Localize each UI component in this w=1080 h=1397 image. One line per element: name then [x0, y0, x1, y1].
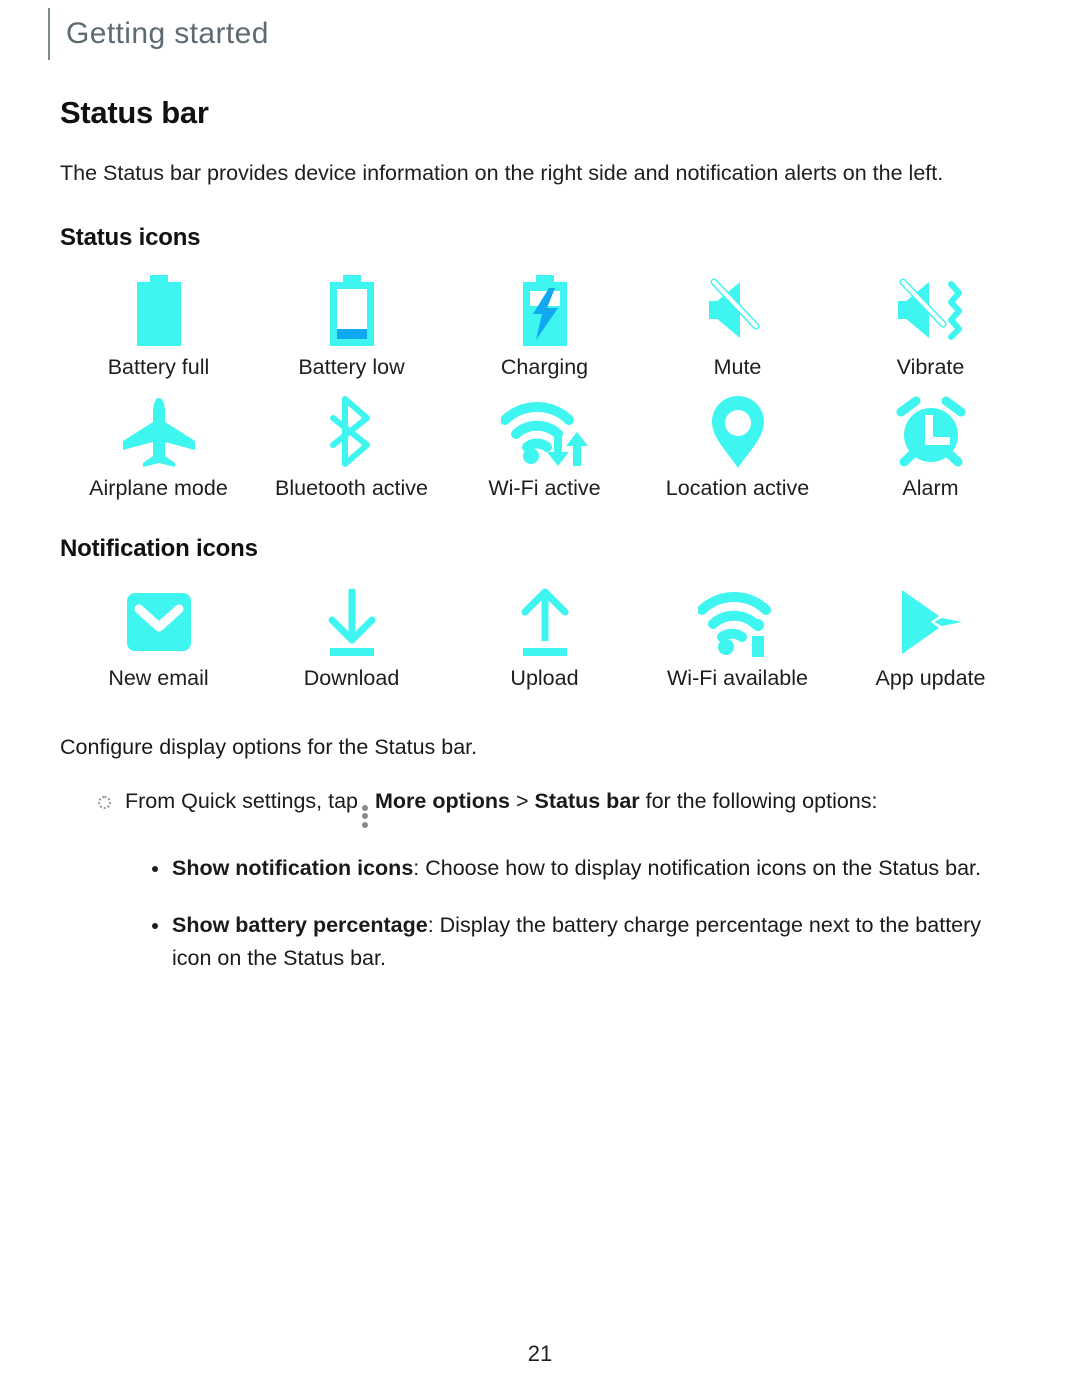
quick-settings-suffix: for the following options: — [645, 788, 878, 813]
vibrate-icon — [893, 272, 969, 350]
notification-icon-label: Wi-Fi available — [667, 665, 808, 690]
intro-paragraph: The Status bar provides device informati… — [60, 161, 944, 185]
notification-icon-label: App update — [875, 665, 986, 690]
location-active-icon — [709, 393, 767, 471]
notification-icons-grid: New email Download Upload Wi-Fi availabl… — [62, 569, 1027, 691]
header-chapter-title: Getting started — [66, 17, 269, 50]
wifi-active-icon — [500, 393, 589, 471]
dot-bullet-icon — [152, 923, 158, 930]
status-icon-cell-location-active: Location active — [641, 379, 834, 501]
notification-icon-cell-app-update: App update — [834, 569, 1027, 691]
app-update-icon — [896, 583, 966, 661]
battery-low-icon — [323, 272, 381, 350]
notification-icon-cell-upload: Upload — [448, 569, 641, 691]
option-name: Show notification icons — [172, 855, 414, 880]
option-text: Show battery percentage: Display the bat… — [172, 909, 1025, 976]
status-icon-cell-wifi-active: Wi-Fi active — [448, 379, 641, 501]
mute-icon — [704, 272, 772, 350]
quick-settings-step: From Quick settings, tap More options > S… — [98, 785, 1025, 828]
status-icon-cell-bluetooth-active: Bluetooth active — [255, 379, 448, 501]
battery-full-icon — [130, 272, 188, 350]
ring-bullet-icon — [98, 795, 111, 809]
status-icon-cell-battery-low: Battery low — [255, 258, 448, 380]
option-show-battery-percentage: Show battery percentage: Display the bat… — [152, 909, 1025, 976]
status-icon-label: Battery low — [298, 354, 405, 379]
notification-icon-cell-download: Download — [255, 569, 448, 691]
page-title: Status bar — [60, 95, 209, 130]
status-icon-cell-battery-full: Battery full — [62, 258, 255, 380]
status-icon-label: Location active — [665, 476, 810, 501]
notification-icon-label: Download — [303, 665, 400, 690]
status-icon-label: Bluetooth active — [275, 476, 428, 501]
breadcrumb-separator: > — [515, 788, 529, 813]
option-text: Show notification icons: Choose how to d… — [172, 852, 1025, 885]
notification-icon-cell-new-email: New email — [62, 569, 255, 691]
notification-icon-label: Upload — [510, 665, 579, 690]
quick-settings-step-text: From Quick settings, tap More options > S… — [125, 785, 1025, 828]
page-content: Status bar The Status bar provides devic… — [60, 95, 1025, 976]
status-icon-cell-mute: Mute — [641, 258, 834, 380]
status-icon-label: Airplane mode — [89, 476, 228, 501]
option-description: : Choose how to display notification ico… — [413, 855, 981, 880]
status-icon-label: Charging — [500, 354, 589, 379]
status-icon-label: Alarm — [902, 476, 959, 501]
status-bar-setting-label: Status bar — [534, 788, 640, 813]
status-icon-label: Mute — [713, 354, 762, 379]
running-header: Getting started — [48, 8, 269, 60]
notification-icon-cell-wifi-available: Wi-Fi available — [641, 569, 834, 691]
airplane-mode-icon — [119, 393, 199, 471]
status-icon-cell-alarm: Alarm — [834, 379, 1027, 501]
bluetooth-active-icon — [323, 393, 381, 471]
status-icon-label: Wi-Fi active — [488, 476, 601, 501]
status-icon-cell-charging: Charging — [448, 258, 641, 380]
new-email-icon — [123, 583, 195, 661]
quick-settings-prefix: From Quick settings, tap — [125, 788, 358, 813]
more-options-kebab-icon[interactable] — [362, 804, 368, 828]
status-icon-label: Battery full — [107, 354, 210, 379]
configure-paragraph: Configure display options for the Status… — [60, 734, 478, 759]
alarm-icon — [895, 393, 967, 471]
option-name: Show battery percentage — [172, 913, 428, 938]
dot-bullet-icon — [152, 865, 158, 872]
status-icons-grid: Battery full Battery low Charging Mute V… — [62, 258, 1027, 501]
page-number: 21 — [527, 1341, 553, 1366]
battery-charging-icon — [516, 272, 574, 350]
wifi-available-icon — [697, 583, 778, 661]
option-show-notification-icons: Show notification icons: Choose how to d… — [152, 852, 1025, 885]
upload-icon — [515, 583, 575, 661]
more-options-label: More options — [375, 788, 510, 813]
status-icon-cell-airplane-mode: Airplane mode — [62, 379, 255, 501]
header-divider-rule — [48, 8, 50, 60]
status-icon-cell-vibrate: Vibrate — [834, 258, 1027, 380]
status-icons-heading: Status icons — [60, 223, 201, 251]
notification-icons-heading: Notification icons — [60, 534, 258, 562]
status-icon-label: Vibrate — [896, 354, 965, 379]
download-icon — [322, 583, 382, 661]
notification-icon-label: New email — [108, 665, 209, 690]
